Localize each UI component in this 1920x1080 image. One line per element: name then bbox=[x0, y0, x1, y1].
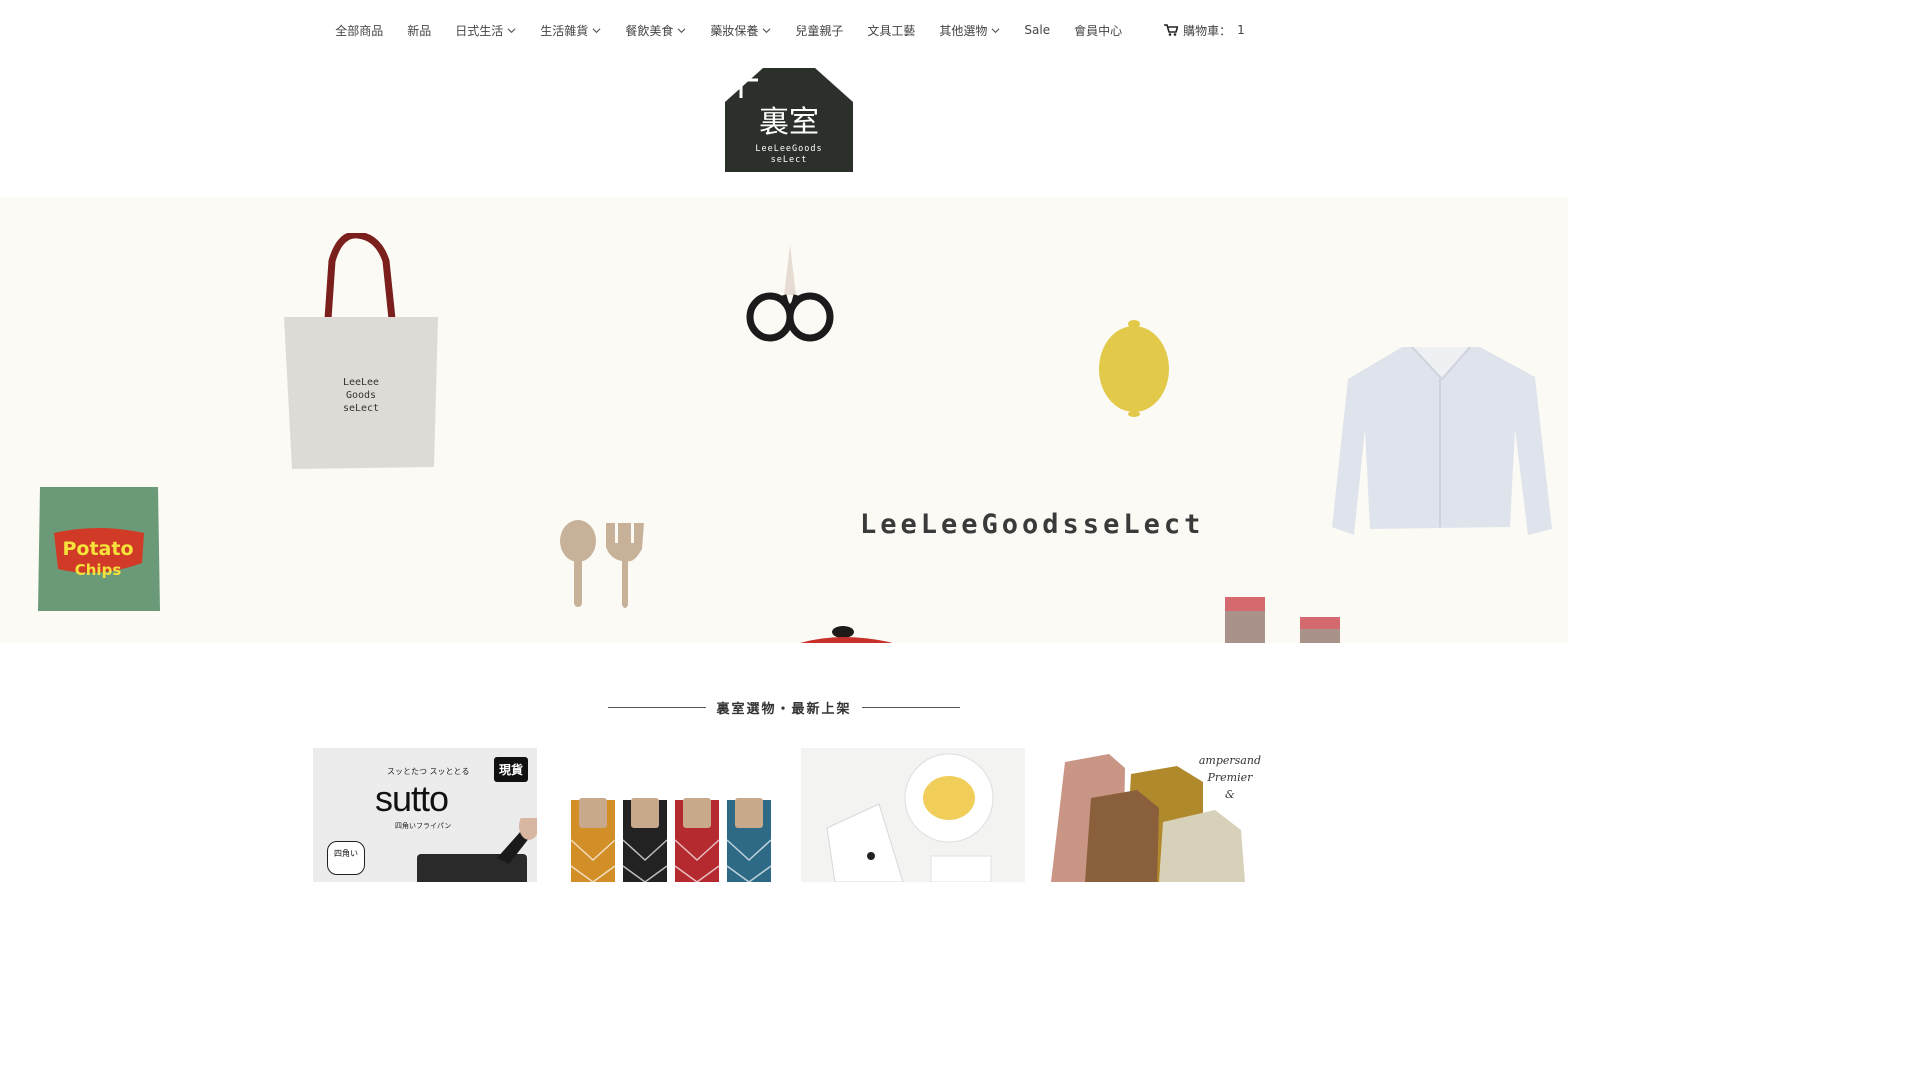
logo-line2: seLect bbox=[771, 155, 808, 165]
nav-item-label: 兒童親子 bbox=[795, 23, 844, 38]
chips-text-1: Potato bbox=[62, 538, 133, 560]
nav-item-label: Sale bbox=[1024, 23, 1051, 37]
product-card-sutto[interactable]: スッとたつ スッととる sutto 四角いフライパン 現貨 四角い bbox=[313, 748, 537, 882]
product-tagline: スッとたつ スッととる bbox=[387, 767, 470, 776]
nav-item-5[interactable]: 餐飲美食 bbox=[625, 22, 686, 39]
bag-text-2: Goods bbox=[346, 390, 376, 401]
chevron-down-icon bbox=[762, 27, 771, 33]
potato-chips-product-image bbox=[826, 753, 994, 882]
nav-item-4[interactable]: 生活雜貨 bbox=[540, 22, 601, 39]
spoon-fork-illustration bbox=[560, 520, 644, 608]
product-card-socks[interactable] bbox=[557, 748, 781, 882]
nav-item-label: 全部商品 bbox=[335, 23, 384, 38]
product-card-potato-chips[interactable] bbox=[801, 748, 1025, 882]
in-stock-badge: 現貨 bbox=[493, 757, 528, 782]
chevron-down-icon bbox=[592, 27, 601, 33]
bag-text-1: LeeLee bbox=[343, 377, 379, 388]
cart-icon bbox=[1164, 24, 1179, 36]
nav-item-label: 生活雜貨 bbox=[540, 23, 589, 38]
amp-line-2: Premier bbox=[1207, 771, 1253, 784]
nav-item-6[interactable]: 藥妝保養 bbox=[710, 22, 771, 39]
section-header: 裏室選物・最新上架 bbox=[0, 698, 1568, 717]
amp-line-1: ampersand bbox=[1198, 754, 1261, 767]
nav-item-label: 其他選物 bbox=[939, 23, 988, 38]
frying-pan-image bbox=[417, 818, 537, 882]
pot-illustration bbox=[800, 626, 893, 643]
product-grid: スッとたつ スッととる sutto 四角いフライパン 現貨 四角い ampers… bbox=[313, 748, 1269, 882]
chevron-down-icon bbox=[677, 27, 686, 33]
nav-item-label: 會員中心 bbox=[1074, 23, 1123, 38]
chevron-down-icon bbox=[507, 27, 516, 33]
nav-item-3[interactable]: 日式生活 bbox=[455, 22, 516, 39]
product-card-ampersand[interactable]: ampersand Premier & bbox=[1045, 748, 1269, 882]
chevron-down-icon bbox=[991, 27, 1000, 33]
speech-bubble: 四角い bbox=[327, 841, 365, 875]
potato-chips-illustration: Potato Chips bbox=[38, 487, 160, 611]
nav-item-2[interactable]: 新品 bbox=[407, 22, 431, 39]
lemon-illustration bbox=[1099, 320, 1169, 417]
nav-item-9[interactable]: 其他選物 bbox=[939, 22, 1000, 39]
nav-item-10[interactable]: Sale bbox=[1024, 23, 1050, 37]
tote-bag-illustration: LeeLee Goods seLect bbox=[284, 233, 438, 469]
nav-item-label: 餐飲美食 bbox=[625, 23, 674, 38]
nav-item-11[interactable]: 會員中心 bbox=[1074, 22, 1122, 39]
nav-item-7[interactable]: 兒童親子 bbox=[795, 22, 843, 39]
nav-item-8[interactable]: 文具工藝 bbox=[867, 22, 915, 39]
nav-item-label: 文具工藝 bbox=[867, 23, 916, 38]
nav-item-label: 藥妝保養 bbox=[710, 23, 759, 38]
nav-item-label: 日式生活 bbox=[455, 23, 504, 38]
socks-illustration bbox=[1225, 597, 1340, 643]
chips-text-2: Chips bbox=[75, 561, 122, 579]
section-title: 裏室選物・最新上架 bbox=[716, 702, 852, 717]
scissors-illustration bbox=[746, 245, 834, 342]
nav-item-1[interactable]: 全部商品 bbox=[335, 22, 383, 39]
main-nav: 全部商品 新品 日式生活 生活雜貨 餐飲美食 藥妝保養 兒童親子 文具工藝 其他選物 Sale 會員… bbox=[0, 20, 1568, 40]
shirt-illustration bbox=[1332, 346, 1552, 535]
hero-brand-text: LeeLeeGoodsseLect bbox=[860, 509, 1205, 540]
socks-product-image bbox=[570, 798, 772, 882]
product-title: sutto bbox=[375, 778, 449, 819]
cart-count: 1 bbox=[1237, 23, 1245, 37]
cart-link[interactable]: 購物車： 1 bbox=[1164, 22, 1245, 39]
logo-chars: 裏室 bbox=[759, 105, 819, 140]
ampersand-brand-text: ampersand Premier & bbox=[1199, 752, 1261, 803]
amp-line-3: & bbox=[1225, 788, 1235, 801]
site-logo[interactable]: 裏室 LeeLeeGoods seLect bbox=[725, 68, 853, 172]
section-title-line-right bbox=[861, 707, 960, 708]
nav-item-label: 新品 bbox=[407, 23, 432, 38]
bag-text-3: seLect bbox=[343, 403, 379, 414]
hero-banner[interactable]: LeeLee Goods seLect Potato Chips LeeLeeG… bbox=[0, 197, 1568, 643]
section-title-line-left bbox=[608, 707, 707, 708]
logo-line1: LeeLeeGoods bbox=[755, 144, 822, 154]
cart-label: 購物車： bbox=[1183, 23, 1232, 38]
